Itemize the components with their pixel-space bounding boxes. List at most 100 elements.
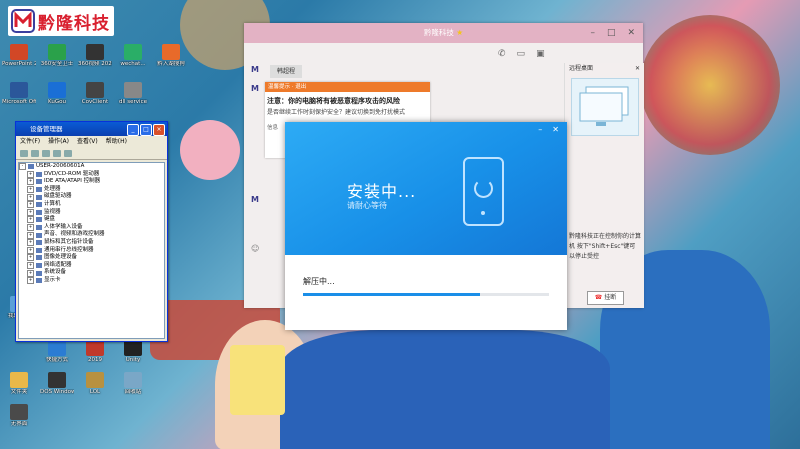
installer-window[interactable]: – ✕ 安装中... 请耐心等待 解压中... [285,122,567,330]
desktop-shortcut[interactable]: 文件夹 [2,372,36,395]
warning-text: 是否继续工作时刻保护安全？建议切换到免打扰模式 [267,109,406,116]
desktop-shortcut[interactable]: LOL [78,372,112,395]
shield-icon [48,44,66,60]
tree-node[interactable]: + 监视器 [19,209,164,217]
expand-icon[interactable]: + [27,246,34,254]
hangup-button[interactable]: ☎ 挂断 [587,291,624,305]
device-manager-titlebar[interactable]: 设备管理器 _ □ × [16,122,167,136]
desktop-shortcut[interactable]: Unity [116,340,150,363]
desktop-shortcut[interactable]: DOS Windows [40,372,74,395]
expand-icon[interactable]: + [27,193,34,201]
phone-icon[interactable]: ✆ [498,49,506,59]
expand-icon[interactable]: + [27,186,34,194]
tree-node[interactable]: + 计算机 [19,201,164,209]
expand-icon[interactable]: + [27,224,34,232]
desktop-shortcut-label: LOL [89,389,101,395]
desktop-shortcut-label: 黔入湖搜狗 [157,61,185,67]
desktop-shortcut[interactable]: 360视频 20201172... [78,44,112,67]
video-icon[interactable]: ▭ [517,49,526,59]
chat-title: 黔隆科技 [423,28,454,37]
tree-node[interactable]: + 显示卡 [19,277,164,285]
contact-avatar-icon[interactable]: M [251,195,262,206]
expand-icon[interactable]: + [27,277,34,285]
contact-avatar-icon[interactable]: M [251,84,262,95]
expand-icon[interactable]: + [27,201,34,209]
desktop-shortcut[interactable]: 360安全卫士 [40,44,74,67]
desktop-shortcut[interactable]: Microsoft Office Wo... [2,82,36,105]
desktop-shortcut-label: KuGou [48,99,66,105]
phone-sync-icon [463,157,504,226]
desktop-shortcut[interactable]: 快捷方式 [40,340,74,363]
tree-node[interactable]: + 磁盘驱动器 [19,193,164,201]
wallpaper-umbrella [640,15,780,155]
maximize-button[interactable]: □ [607,23,616,43]
tree-node-label: 图像处理设备 [44,254,78,261]
desktop-shortcut[interactable]: CovClient [78,82,112,105]
close-icon[interactable]: ✕ [635,63,640,75]
desktop-shortcut-label: PowerPoint 2003 [2,61,36,67]
desktop-shortcut[interactable]: KuGou [40,82,74,105]
device-icon [36,194,42,200]
device-icon [36,209,42,215]
tree-node[interactable]: + 处理器 [19,186,164,194]
contact-avatar-icon[interactable]: M [251,65,262,76]
tree-node-label: 磁盘驱动器 [44,193,72,200]
expand-icon[interactable]: + [27,208,34,216]
kugou-icon [48,82,66,98]
close-button[interactable]: × [153,124,165,136]
desktop-shortcut[interactable]: 回收站 [116,372,150,395]
device-tree[interactable]: - USER-20060601A + DVD/CD-ROM 驱动器 + IDE ATA/… [18,162,165,339]
expand-icon[interactable]: + [27,231,34,239]
tree-root[interactable]: - USER-20060601A [19,163,164,171]
tree-node[interactable]: + 网络适配器 [19,262,164,270]
desktop-shortcut[interactable]: 黔入湖搜狗 [154,44,188,67]
help-icon[interactable] [64,149,72,157]
desktop-shortcut[interactable]: 无界面 [2,404,36,427]
tree-node[interactable]: + 系统设备 [19,269,164,277]
desktop-shortcut[interactable]: dll service [116,82,150,105]
install-progress-fill [303,293,481,296]
emoji-icon[interactable]: ☺ [251,244,262,255]
desktop-shortcut-label: 文件夹 [10,389,28,395]
close-button[interactable]: ✕ [552,125,559,134]
minimize-button[interactable]: – [538,125,542,134]
tree-node[interactable]: + 键盘 [19,216,164,224]
tree-node[interactable]: + 图像处理设备 [19,254,164,262]
tree-node[interactable]: + IDE ATA/ATAPI 控制器 [19,178,164,186]
brand-name: 黔隆科技 [38,13,110,34]
tree-node-label: 鼠标和其它指针设备 [44,238,94,245]
forward-icon[interactable] [31,149,39,157]
doc-icon [10,404,28,420]
remote-icon[interactable]: ▣ [536,49,545,59]
expand-icon[interactable]: + [27,254,34,262]
maximize-button[interactable]: □ [140,124,152,136]
chat-titlebar[interactable]: 黔隆科技 ★ – □ ✕ [244,23,643,43]
menu-file[interactable]: 文件(F) [20,136,40,147]
word-icon [10,82,28,98]
expand-icon[interactable]: + [27,269,34,277]
expand-icon[interactable]: + [27,239,34,247]
print-icon[interactable] [53,149,61,157]
remote-control-note: 黔隆科技正在控制你的计算机 按下"Shift+Esc"键可以停止受控 [569,233,642,260]
expand-icon[interactable]: + [27,262,34,270]
close-button[interactable]: ✕ [627,23,635,43]
desktop-shortcut[interactable]: wechat... [116,44,150,67]
tree-node[interactable]: + 鼠标和其它指针设备 [19,239,164,247]
expand-icon[interactable]: + [27,178,34,186]
back-icon[interactable] [20,149,28,157]
expand-icon[interactable]: + [27,216,34,224]
wechat-icon [124,44,142,60]
minimize-button[interactable]: – [590,23,595,43]
menu-view[interactable]: 查看(V) [77,136,98,147]
tree-node[interactable]: + 通用串行总线控制器 [19,247,164,255]
device-manager-window[interactable]: 设备管理器 _ □ × 文件(F) 操作(A) 查看(V) 帮助(H) - USE… [15,121,168,342]
properties-icon[interactable] [42,149,50,157]
menu-help[interactable]: 帮助(H) [106,136,127,147]
desktop-shortcut-label: Microsoft Office Wo... [2,99,36,105]
minimize-button[interactable]: _ [127,124,139,136]
desktop-shortcut[interactable]: 2019 [78,340,112,363]
expand-icon[interactable]: + [27,170,34,178]
desktop-shortcut[interactable]: PowerPoint 2003 [2,44,36,67]
tree-node[interactable]: + 声音、视频和游戏控制器 [19,231,164,239]
menu-action[interactable]: 操作(A) [48,136,69,147]
